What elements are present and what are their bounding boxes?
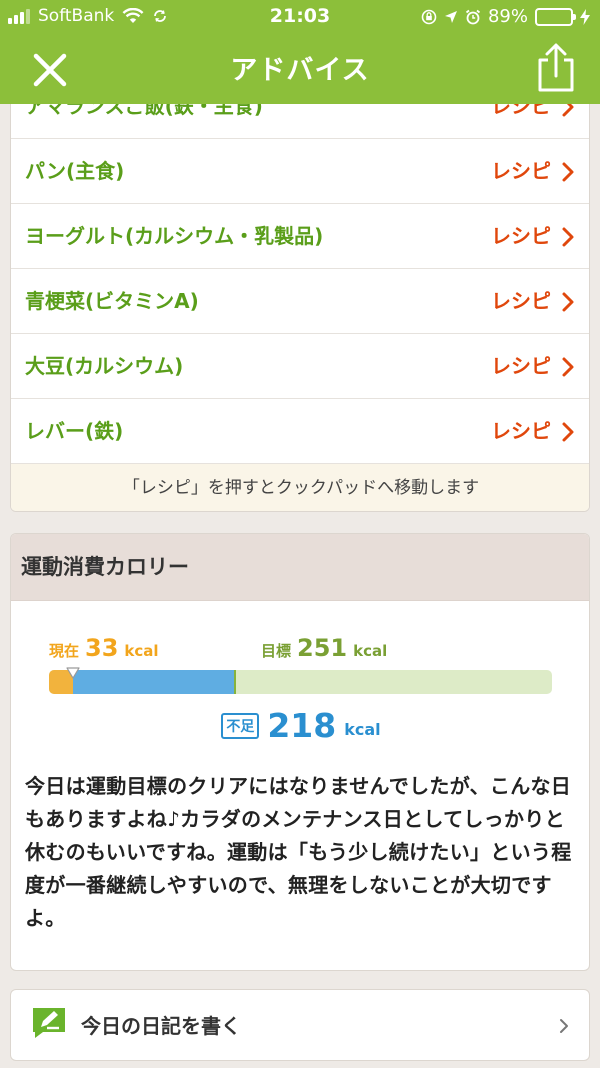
battery-percent: 89%	[487, 6, 528, 27]
recipe-link-label: レシピ	[491, 224, 551, 248]
page-title: アドバイス	[230, 55, 370, 86]
recipe-row[interactable]: パン(主食) レシピ	[11, 139, 589, 204]
chevron-right-icon	[562, 292, 574, 311]
recipe-row[interactable]: ヨーグルト(カルシウム・乳製品) レシピ	[11, 204, 589, 269]
write-diary-label: 今日の日記を書く	[81, 1014, 241, 1038]
charging-icon	[580, 8, 590, 25]
chevron-right-icon	[560, 1019, 568, 1033]
recipe-link[interactable]: レシピ	[491, 334, 575, 399]
current-unit: kcal	[124, 642, 159, 660]
recipe-name: ヨーグルト(カルシウム・乳製品)	[25, 224, 324, 248]
chevron-right-icon	[562, 422, 574, 441]
recipe-name: パン(主食)	[25, 159, 125, 183]
shortage-badge: 不足	[221, 712, 260, 739]
battery-icon	[535, 7, 576, 26]
goal-calorie: 目標 251 kcal	[261, 634, 387, 662]
pencil-note-icon	[33, 1008, 65, 1038]
recipe-link[interactable]: レシピ	[491, 204, 575, 269]
current-position-marker-icon	[66, 667, 81, 679]
shortage-value: 218	[267, 706, 337, 745]
share-icon[interactable]	[534, 42, 578, 94]
recipe-row[interactable]: 大豆(カルシウム) レシピ	[11, 334, 589, 399]
recipe-link-label: レシピ	[491, 159, 551, 183]
goal-unit: kcal	[353, 642, 388, 660]
current-calorie: 現在 33 kcal	[49, 634, 159, 662]
rotation-lock-icon	[421, 9, 437, 24]
recipe-link[interactable]: レシピ	[491, 269, 575, 334]
recipe-name: レバー(鉄)	[25, 419, 124, 443]
recipe-list: アマランスご飯(鉄・主食) レシピ パン(主食) レシピ ヨーグルト(カルシウム…	[10, 60, 590, 512]
exercise-card-title: 運動消費カロリー	[11, 534, 589, 601]
recipe-row[interactable]: 青梗菜(ビタミンA) レシピ	[11, 269, 589, 334]
recipe-link[interactable]: レシピ	[491, 139, 575, 204]
calorie-shortage: 不足 218 kcal	[11, 706, 589, 745]
nav-bar: アドバイス	[0, 34, 600, 104]
current-value: 33	[85, 634, 119, 662]
advice-message: 今日は運動目標のクリアにはなりませんでしたが、こんな日もありますよね♪カラダのメ…	[25, 774, 572, 930]
recipe-name: 青梗菜(ビタミンA)	[25, 289, 199, 313]
chevron-right-icon	[562, 227, 574, 246]
recipe-link[interactable]: レシピ	[491, 399, 575, 464]
shortage-unit: kcal	[344, 720, 381, 739]
chevron-right-icon	[562, 357, 574, 376]
chevron-right-icon	[562, 162, 574, 181]
recipe-row[interactable]: レバー(鉄) レシピ	[11, 399, 589, 464]
write-diary-button[interactable]: 今日の日記を書く	[10, 989, 590, 1061]
recipe-note: 「レシピ」を押すとクックパッドへ移動します	[11, 464, 589, 511]
progress-goal-marker	[233, 670, 236, 694]
alarm-icon	[465, 9, 481, 24]
recipe-link-label: レシピ	[491, 419, 551, 443]
top-bar: SoftBank 21:03 89% アドバイス	[0, 0, 600, 104]
progress-shortage-segment	[73, 670, 235, 694]
exercise-calorie-card: 運動消費カロリー 現在 33 kcal 目標 251 kcal 不足 218 kcal …	[10, 533, 590, 971]
goal-value: 251	[297, 634, 348, 662]
calorie-progress-bar	[49, 670, 552, 694]
status-bar: SoftBank 21:03 89%	[0, 0, 600, 34]
location-icon	[444, 10, 457, 23]
recipe-link-label: レシピ	[491, 354, 551, 378]
current-label: 現在	[49, 642, 80, 660]
recipe-link-label: レシピ	[491, 289, 551, 313]
goal-label: 目標	[261, 642, 292, 660]
recipe-name: 大豆(カルシウム)	[25, 354, 184, 378]
